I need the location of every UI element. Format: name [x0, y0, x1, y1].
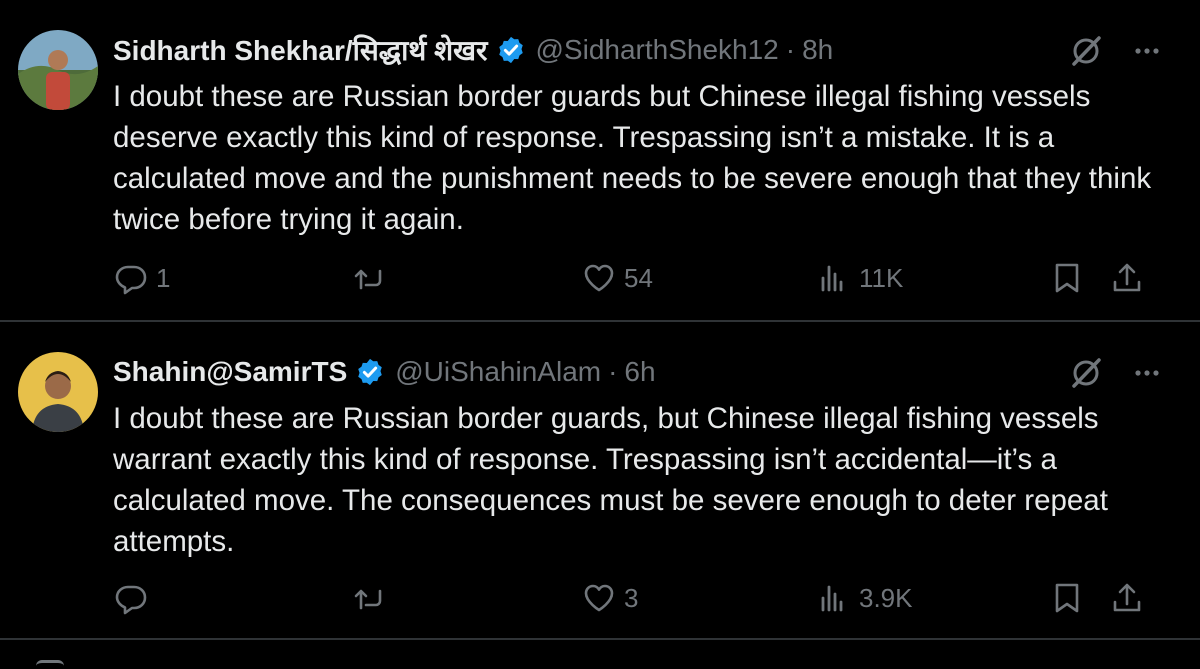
more-icon[interactable] — [1132, 358, 1162, 388]
tweet-text: I doubt these are Russian border guards … — [113, 80, 1152, 236]
verified-badge-icon — [498, 36, 523, 64]
author-handle[interactable]: @SidharthShekh12 — [536, 34, 779, 66]
author-handle[interactable]: @UiShahinAlam — [395, 356, 601, 388]
retweet-icon — [354, 269, 382, 290]
reply-button[interactable] — [114, 578, 156, 618]
action-bar: 1 54 11K — [0, 258, 1200, 298]
reply-button[interactable]: 1 — [114, 258, 170, 298]
share-button[interactable] — [1110, 578, 1144, 618]
like-icon — [584, 584, 614, 612]
author-name[interactable]: Sidharth Shekhar/सिद्धार्थ शेखर — [113, 31, 488, 69]
separator-dot: · — [608, 356, 618, 387]
tweet-text: I doubt these are Russian border guards,… — [113, 402, 1108, 558]
bookmark-button[interactable] — [1050, 258, 1084, 298]
bookmark-icon — [1055, 263, 1079, 293]
share-icon — [1113, 263, 1141, 292]
tweet-header: Shahin@SamirTS @UiShahinAlam · 6h — [113, 352, 656, 392]
tweet-header: Sidharth Shekhar/सिद्धार्थ शेखर @Sidhart… — [113, 30, 833, 70]
grok-icon[interactable] — [1068, 355, 1104, 391]
grok-icon[interactable] — [1068, 33, 1104, 69]
avatar[interactable] — [18, 352, 98, 432]
view-count: 3.9K — [859, 582, 913, 613]
tweet-divider — [0, 638, 1200, 640]
share-button[interactable] — [1110, 258, 1144, 298]
reply-count: 1 — [156, 262, 171, 293]
like-button[interactable]: 54 — [582, 258, 653, 298]
views-button[interactable]: 3.9K — [817, 578, 913, 618]
like-button[interactable]: 3 — [582, 578, 638, 618]
next-tweet-edge — [36, 660, 64, 669]
retweet-button[interactable] — [353, 578, 395, 618]
view-count: 11K — [859, 262, 904, 293]
like-icon — [584, 264, 614, 292]
share-icon — [1113, 583, 1141, 612]
retweet-button[interactable] — [353, 258, 395, 298]
views-icon — [821, 585, 843, 612]
more-icon[interactable] — [1132, 36, 1162, 66]
timestamp[interactable]: 8h — [802, 34, 833, 66]
reply-icon — [115, 585, 147, 615]
views-button[interactable]: 11K — [817, 258, 903, 298]
verified-badge-icon — [358, 358, 382, 386]
tweet[interactable]: Sidharth Shekhar/सिद्धार्थ शेखर @Sidhart… — [0, 0, 1200, 320]
author-name[interactable]: Shahin@SamirTS — [113, 356, 347, 388]
action-bar: 3 3.9K — [0, 578, 1200, 618]
like-count: 3 — [624, 582, 639, 613]
avatar[interactable] — [18, 30, 98, 110]
like-count: 54 — [624, 262, 653, 293]
retweet-icon — [354, 589, 382, 610]
views-icon — [821, 265, 843, 292]
reply-icon — [115, 265, 147, 295]
separator-dot: · — [785, 34, 796, 65]
tweet[interactable]: Shahin@SamirTS @UiShahinAlam · 6h I doub… — [0, 322, 1200, 638]
bookmark-button[interactable] — [1050, 578, 1084, 618]
bookmark-icon — [1055, 583, 1079, 613]
timestamp[interactable]: 6h — [624, 356, 655, 388]
